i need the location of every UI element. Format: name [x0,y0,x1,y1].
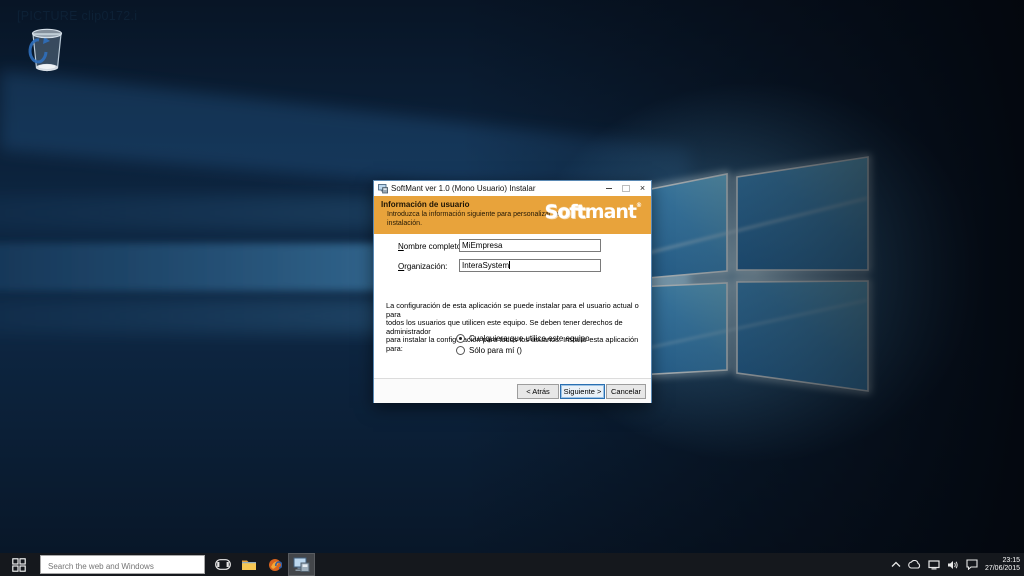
onedrive-cloud-icon[interactable] [908,560,921,569]
action-center-icon[interactable] [966,559,978,570]
clock-time: 23:15 [985,557,1020,565]
windows-start-icon [12,558,26,572]
recycle-bin-icon[interactable] [26,22,68,74]
maximize-icon [622,185,630,192]
media-app-icon [268,558,282,572]
organization-value: InteraSystem [462,261,509,270]
desktop-caption-text: [PICTURE clip0172.i [17,9,137,23]
close-button[interactable]: × [634,181,651,196]
installer-app-button[interactable] [288,553,315,576]
full-name-input[interactable]: MiEmpresa [459,239,601,252]
logo-mant: mant [585,201,636,223]
taskbar-search[interactable] [40,555,205,574]
logo-soft: Soft [545,201,585,223]
name-field-label: Nombre completo: [398,242,463,251]
radio-anyone-label: Cualquiera que utilice este equipo [469,334,590,343]
name-label-rest: ombre completo: [404,242,464,251]
installer-app-icon [293,557,310,573]
logo-registered-mark: ® [636,202,642,209]
dialog-banner: Información de usuario Introduzca la inf… [374,196,651,234]
taskbar-clock[interactable]: 23:15 27/06/2015 [985,557,1022,573]
softmant-logo: Softmant® [545,203,642,222]
banner-subtitle-line2: instalación. [387,220,559,229]
search-input[interactable] [41,558,211,575]
maximize-button [617,181,634,196]
minimize-button[interactable] [600,181,617,196]
task-view-icon [215,559,231,570]
chevron-up-icon[interactable] [891,561,901,568]
volume-icon[interactable] [947,560,959,570]
cancel-button[interactable]: Cancelar [606,384,646,399]
network-display-icon[interactable] [928,560,940,570]
radio-only-for-me[interactable]: Sólo para mí () [456,346,522,355]
media-app-button[interactable] [263,553,287,576]
dialog-button-bar: < Atrás Siguiente > Cancelar [374,378,651,403]
system-tray: 23:15 27/06/2015 [891,553,1022,576]
radio-selected-icon [456,334,465,343]
file-explorer-icon [241,558,257,571]
start-button[interactable] [0,553,38,576]
dialog-titlebar[interactable]: SoftMant ver 1.0 (Mono Usuario) Instalar… [374,181,651,196]
organization-input[interactable]: InteraSystem [459,259,601,272]
text-caret [509,261,510,269]
taskbar: 23:15 27/06/2015 [0,553,1024,576]
clock-date: 27/06/2015 [985,565,1020,573]
installer-dialog: SoftMant ver 1.0 (Mono Usuario) Instalar… [373,180,652,403]
radio-anyone-this-computer[interactable]: Cualquiera que utilice este equipo [456,334,590,343]
next-button[interactable]: Siguiente > [560,384,605,399]
back-button[interactable]: < Atrás [517,384,559,399]
task-view-button[interactable] [211,553,235,576]
banner-subtitle-line1: Introduzca la información siguiente para… [387,211,559,220]
close-icon: × [640,184,645,193]
banner-title: Información de usuario [381,200,469,209]
radio-unselected-icon [456,346,465,355]
desktop: [PICTURE clip0172.i SoftMant ver 1.0 (Mo… [0,0,1024,576]
description-line1: La configuración de esta aplicación se p… [386,302,644,319]
radio-only-me-label: Sólo para mí () [469,346,522,355]
minimize-icon [606,188,612,189]
installer-window-icon [378,184,388,194]
file-explorer-button[interactable] [237,553,261,576]
dialog-title: SoftMant ver 1.0 (Mono Usuario) Instalar [391,184,600,193]
org-label-rest: rganización: [404,262,447,271]
banner-subtitle: Introduzca la información siguiente para… [387,211,559,228]
organization-field-label: Organización: [398,262,447,271]
